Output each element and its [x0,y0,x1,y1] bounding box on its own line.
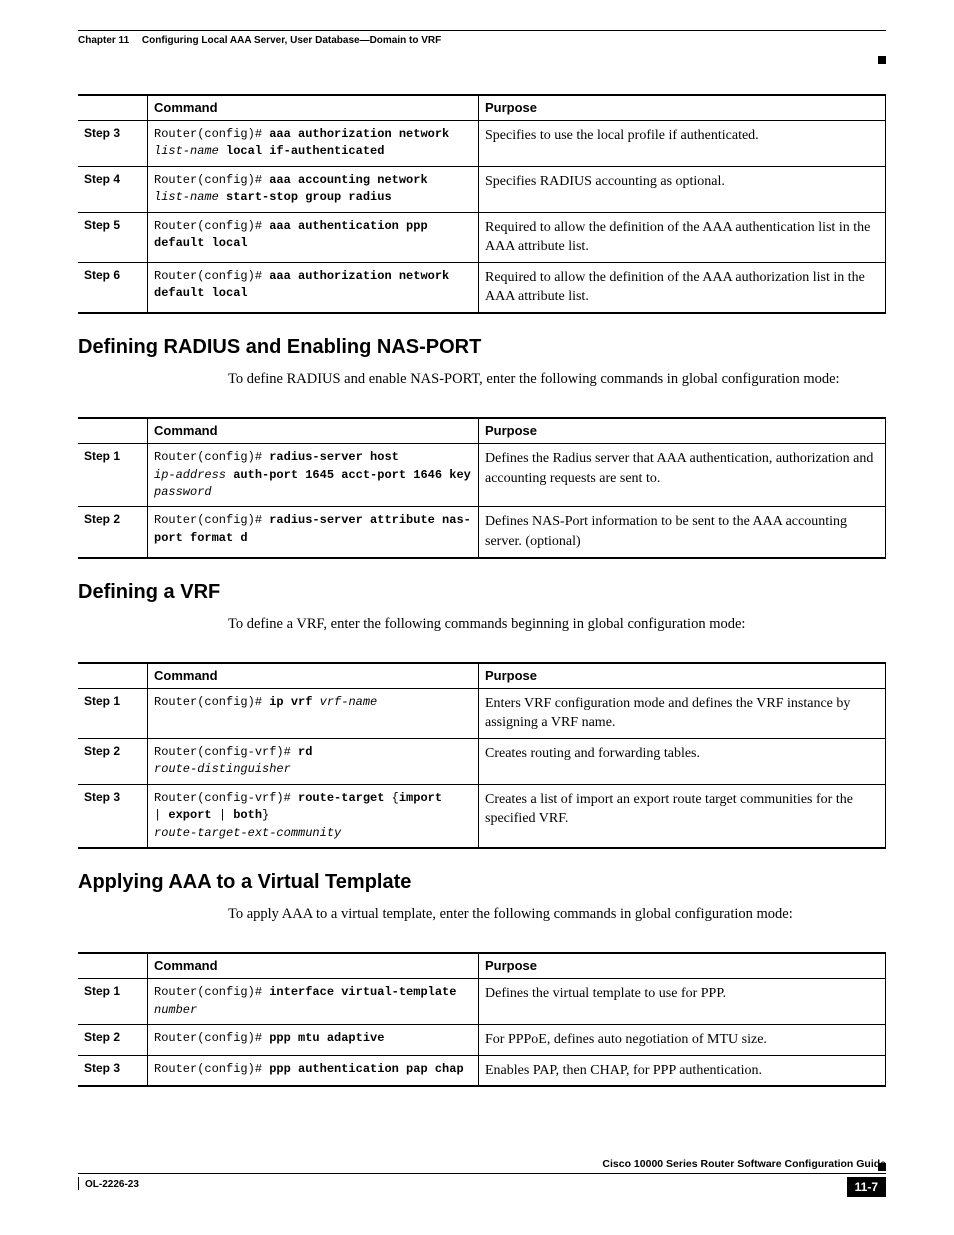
command-text: Router(config)# ip vrf vrf-name [154,694,472,711]
command-header: Command [148,418,479,444]
page-number: 11-7 [847,1177,886,1197]
command-text: Router(config)# radius-server attribute … [154,512,472,547]
radius-table: Command Purpose Step 1 Router(config)# r… [78,417,886,558]
chapter-title: Configuring Local AAA Server, User Datab… [142,35,441,46]
virtual-template-table: Command Purpose Step 1 Router(config)# i… [78,952,886,1087]
section-heading-virtual-template: Applying AAA to a Virtual Template [78,871,886,894]
step-label: Step 2 [78,1025,148,1056]
step-header [78,95,148,121]
step-label: Step 2 [78,739,148,785]
section-intro: To define RADIUS and enable NAS-PORT, en… [228,369,886,389]
table-row: Step 2 Router(config-vrf)# rdroute-disti… [78,739,886,785]
section-intro: To apply AAA to a virtual template, ente… [228,904,886,924]
command-text: Router(config-vrf)# rdroute-distinguishe… [154,744,472,779]
aaa-config-table: Command Purpose Step 3 Router(config)# a… [78,94,886,314]
purpose-text: For PPPoE, defines auto negotiation of M… [485,1030,879,1050]
command-text: Router(config)# interface virtual-templa… [154,984,472,1019]
section-intro: To define a VRF, enter the following com… [228,614,886,634]
chapter-number: Chapter 11 [78,35,129,46]
command-text: Router(config)# radius-server hostip-add… [154,449,472,501]
purpose-text: Defines NAS-Port information to be sent … [485,512,879,551]
step-label: Step 4 [78,166,148,212]
chapter-header: Chapter 11 Configuring Local AAA Server,… [78,30,886,46]
purpose-header: Purpose [479,953,886,979]
purpose-text: Creates a list of import an export route… [485,790,879,829]
step-label: Step 1 [78,688,148,738]
table-row: Step 4 Router(config)# aaa accounting ne… [78,166,886,212]
step-label: Step 5 [78,212,148,262]
purpose-text: Defines the Radius server that AAA authe… [485,449,879,488]
command-text: Router(config-vrf)# route-target {import… [154,790,472,842]
step-label: Step 1 [78,444,148,507]
step-label: Step 1 [78,979,148,1025]
table-row: Step 1 Router(config)# radius-server hos… [78,444,886,507]
step-header [78,953,148,979]
purpose-text: Enables PAP, then CHAP, for PPP authenti… [485,1061,879,1081]
purpose-text: Specifies RADIUS accounting as optional. [485,172,879,192]
purpose-header: Purpose [479,95,886,121]
command-header: Command [148,663,479,689]
command-text: Router(config)# aaa authorization networ… [154,268,472,303]
table-row: Step 2 Router(config)# ppp mtu adaptive … [78,1025,886,1056]
table-row: Step 1 Router(config)# ip vrf vrf-name E… [78,688,886,738]
step-header [78,418,148,444]
section-heading-vrf: Defining a VRF [78,581,886,604]
table-row: Step 3 Router(config)# aaa authorization… [78,121,886,167]
command-text: Router(config)# aaa accounting networkli… [154,172,472,207]
step-header [78,663,148,689]
table-row: Step 3 Router(config)# ppp authenticatio… [78,1055,886,1086]
table-row: Step 6 Router(config)# aaa authorization… [78,262,886,313]
command-text: Router(config)# ppp authentication pap c… [154,1061,472,1078]
purpose-header: Purpose [479,663,886,689]
table-row: Step 5 Router(config)# aaa authenticatio… [78,212,886,262]
command-header: Command [148,95,479,121]
purpose-text: Defines the virtual template to use for … [485,984,879,1004]
footer-guide-title: Cisco 10000 Series Router Software Confi… [78,1158,886,1174]
table-row: Step 1 Router(config)# interface virtual… [78,979,886,1025]
table-row: Step 2 Router(config)# radius-server att… [78,507,886,558]
command-text: Router(config)# aaa authorization networ… [154,126,472,161]
corner-marker-icon [878,56,886,64]
page-footer: Cisco 10000 Series Router Software Confi… [78,1158,886,1197]
step-label: Step 3 [78,1055,148,1086]
purpose-text: Required to allow the definition of the … [485,268,879,307]
command-text: Router(config)# ppp mtu adaptive [154,1030,472,1047]
purpose-header: Purpose [479,418,886,444]
vrf-table: Command Purpose Step 1 Router(config)# i… [78,662,886,849]
section-heading-radius: Defining RADIUS and Enabling NAS-PORT [78,336,886,359]
table-row: Step 3 Router(config-vrf)# route-target … [78,784,886,848]
document-id: OL-2226-23 [78,1177,145,1190]
step-label: Step 3 [78,784,148,848]
purpose-text: Creates routing and forwarding tables. [485,744,879,764]
step-label: Step 2 [78,507,148,558]
purpose-text: Required to allow the definition of the … [485,218,879,257]
step-label: Step 3 [78,121,148,167]
command-text: Router(config)# aaa authentication ppp d… [154,218,472,253]
purpose-text: Enters VRF configuration mode and define… [485,694,879,733]
purpose-text: Specifies to use the local profile if au… [485,126,879,146]
command-header: Command [148,953,479,979]
step-label: Step 6 [78,262,148,313]
